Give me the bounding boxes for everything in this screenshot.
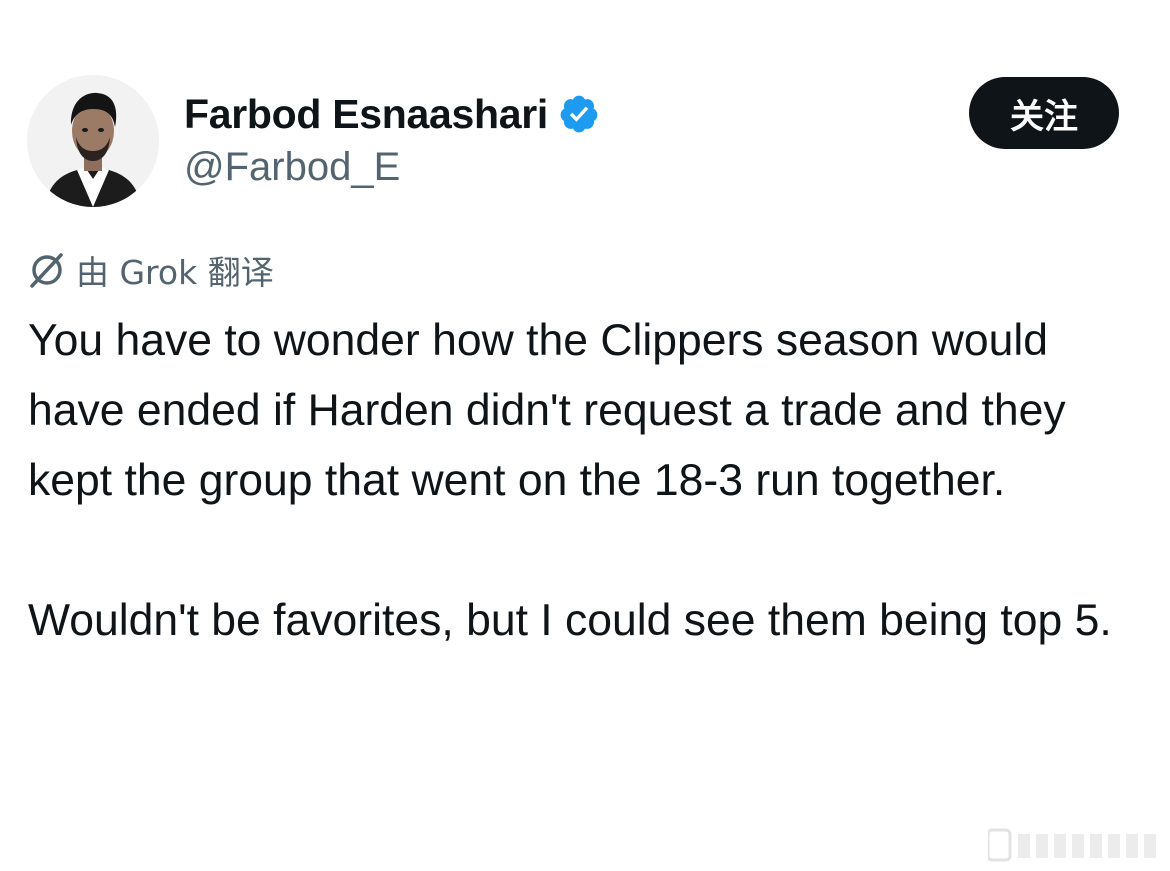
- grok-icon: [26, 250, 66, 290]
- tweet-paragraph: Wouldn't be favorites, but I could see t…: [28, 596, 1112, 645]
- avatar[interactable]: [27, 75, 159, 207]
- follow-button[interactable]: 关注: [969, 77, 1119, 149]
- verified-badge-icon[interactable]: [558, 93, 600, 135]
- tweet-text: You have to wonder how the Clippers seas…: [28, 306, 1148, 656]
- tweet-paragraph: You have to wonder how the Clippers seas…: [28, 316, 1066, 505]
- grok-translation-notice[interactable]: 由 Grok 翻译: [26, 248, 274, 292]
- author-display-name[interactable]: Farbod Esnaashari: [184, 91, 548, 138]
- profile-photo-icon: [27, 75, 159, 207]
- author-name-row[interactable]: Farbod Esnaashari: [184, 89, 600, 139]
- author-handle[interactable]: @Farbod_E: [184, 145, 400, 190]
- translation-label: 由 Grok 翻译: [76, 253, 274, 292]
- watermark-graphic: [986, 828, 1163, 862]
